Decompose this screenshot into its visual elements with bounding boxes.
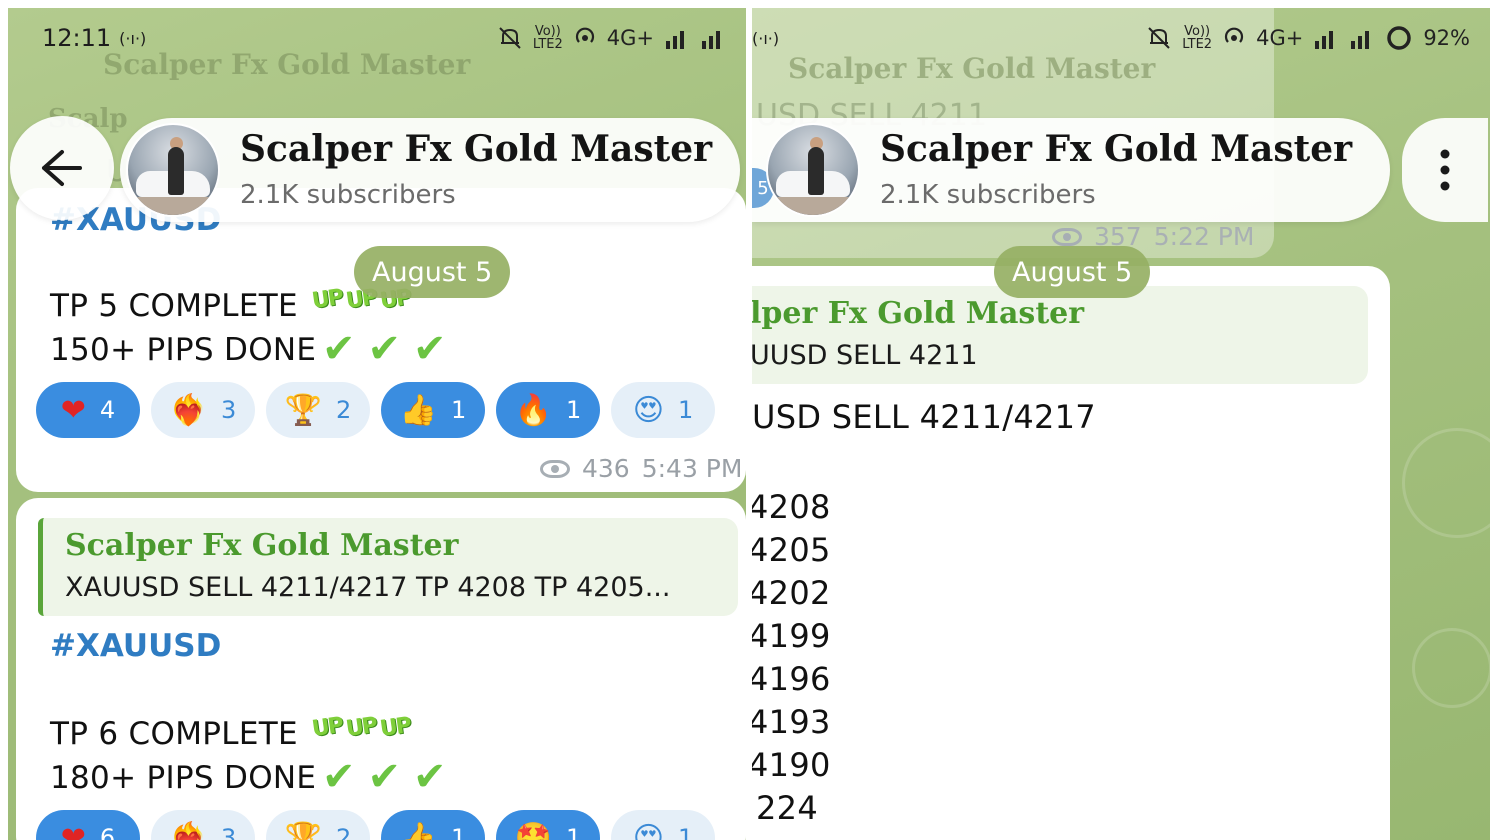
check-emoji-row: ✔ ✔ ✔ [322, 754, 459, 800]
background-doodle [1402, 428, 1490, 538]
reaction-heart-fire[interactable]: ❤‍🔥 3 [151, 382, 255, 438]
back-arrow-icon [42, 150, 82, 186]
message-line-2: 150+ PIPS DONE [50, 332, 317, 368]
tp-line: 4190 [752, 746, 831, 784]
signal-wave-icon: (·ı·) [119, 28, 147, 48]
date-chip: August 5 [354, 246, 511, 298]
battery-ring-icon [1387, 26, 1412, 50]
up-emoji: UP [310, 713, 344, 742]
signal-bars-icon [666, 31, 684, 49]
reaction-trophy[interactable]: 🏆 2 [266, 810, 370, 840]
signal-wave-icon: (·ı·) [752, 28, 780, 48]
reaction-star-struck[interactable]: 🤩 1 [496, 810, 600, 840]
network-type: 4G+ [606, 26, 654, 50]
up-emoji: UP [378, 713, 412, 742]
reactions-row: ❤ 6 ❤‍🔥 3 🏆 2 👍 1 🤩 1 😍 1 [36, 810, 715, 840]
background-doodle [1412, 628, 1490, 708]
signal-main-line: USD SELL 4211/4217 [752, 398, 1096, 436]
check-emoji: ✔ [322, 754, 355, 800]
back-button[interactable] [10, 116, 114, 220]
check-emoji: ✔ [367, 326, 401, 372]
message-time: 5:22 PM [1153, 222, 1255, 251]
reaction-heart[interactable]: ❤ 4 [36, 382, 140, 438]
status-bar: 12:11 (·ı·) Vo)) LTE2 4G+ [8, 8, 746, 68]
tp-line: 4202 [752, 574, 831, 612]
bell-off-icon [1148, 27, 1170, 49]
hotspot-icon [575, 27, 594, 43]
reply-quote[interactable]: lper Fx Gold Master UUSD SELL 4211 [752, 286, 1368, 384]
more-menu-button[interactable] [1402, 118, 1488, 222]
check-emoji: ✔ [413, 754, 446, 800]
reply-author: Scalper Fx Gold Master [65, 528, 459, 563]
reaction-heart-fire[interactable]: ❤‍🔥 3 [151, 810, 255, 840]
message-bubble[interactable]: #XAUUSD TP 5 COMPLETE UPUPUP 150+ PIPS D… [16, 188, 746, 492]
channel-avatar[interactable] [766, 123, 860, 217]
reply-preview-text: XAUUSD SELL 4211/4217 TP 4208 TP 4205... [65, 572, 671, 603]
tp-line: 4208 [752, 488, 831, 526]
message-line-1: TP 6 COMPLETE [50, 716, 298, 752]
status-time: 12:11 [42, 24, 112, 52]
tp-line: 4205 [752, 531, 831, 569]
reply-quote[interactable]: Scalper Fx Gold Master XAUUSD SELL 4211/… [38, 518, 738, 616]
tp-line: 4193 [752, 703, 831, 741]
message-meta: 436 5:43 PM [540, 454, 742, 483]
right-screenshot-pane: Scalper Fx Gold Master USD SELL 4211 357… [752, 8, 1490, 840]
message-bubble[interactable]: lper Fx Gold Master UUSD SELL 4211 USD S… [752, 266, 1390, 840]
tp-line: 4196 [752, 660, 831, 698]
channel-title: Scalper Fx Gold Master [880, 128, 1353, 170]
bell-off-icon [499, 27, 521, 49]
more-vertical-icon [1440, 149, 1450, 191]
tp-line: 4199 [752, 617, 831, 655]
signal-bars-icon [1315, 31, 1334, 49]
check-emoji: ✔ [367, 754, 401, 800]
status-bar: (·ı·) Vo)) LTE2 4G+ 92% [752, 8, 1490, 68]
reaction-heart-eyes[interactable]: 😍 1 [611, 810, 715, 840]
check-emoji: ✔ [413, 326, 446, 372]
tp-line: 224 [756, 789, 818, 827]
eye-icon [1052, 227, 1082, 246]
up-emoji: UP [310, 285, 344, 314]
reaction-thumbs-up[interactable]: 👍 1 [381, 810, 485, 840]
battery-percent: 92% [1423, 26, 1470, 50]
channel-title: Scalper Fx Gold Master [240, 128, 713, 170]
network-type: 4G+ [1256, 26, 1304, 50]
message-line-1: TP 5 COMPLETE [50, 288, 298, 324]
reaction-trophy[interactable]: 🏆 2 [266, 382, 370, 438]
volte-indicator: Vo)) LTE2 [532, 24, 563, 52]
up-sticker-row: UPUPUP [310, 708, 414, 742]
hotspot-icon [1225, 27, 1244, 43]
hashtag-link[interactable]: #XAUUSD [50, 628, 221, 664]
message-line-2: 180+ PIPS DONE [50, 760, 317, 796]
signal-bars-icon [1351, 31, 1370, 49]
reaction-fire[interactable]: 🔥 1 [496, 382, 600, 438]
reaction-thumbs-up[interactable]: 👍 1 [381, 382, 485, 438]
reply-preview-text: UUSD SELL 4211 [752, 340, 978, 371]
left-screenshot-pane: Scalper Fx Gold Master Scalp 12:11 (·ı·)… [8, 8, 746, 840]
eye-icon [540, 459, 570, 478]
reactions-row: ❤ 4 ❤‍🔥 3 🏆 2 👍 1 🔥 1 😍 1 [36, 382, 715, 438]
channel-avatar[interactable] [126, 123, 220, 217]
reaction-heart[interactable]: ❤ 6 [36, 810, 140, 840]
subscriber-count: 2.1K subscribers [240, 180, 456, 210]
reply-author: lper Fx Gold Master [752, 296, 1085, 331]
signal-bars-icon [702, 31, 720, 49]
volte-indicator: Vo)) LTE2 [1182, 24, 1213, 52]
up-emoji: UP [344, 713, 378, 742]
check-emoji: ✔ [322, 326, 355, 372]
view-count: 436 [582, 454, 630, 483]
subscriber-count: 2.1K subscribers [880, 180, 1096, 210]
check-emoji-row: ✔ ✔ ✔ [322, 326, 459, 372]
date-chip: August 5 [994, 246, 1151, 298]
reaction-heart-eyes[interactable]: 😍 1 [611, 382, 715, 438]
message-time: 5:43 PM [641, 454, 743, 483]
message-bubble[interactable]: Scalper Fx Gold Master XAUUSD SELL 4211/… [16, 498, 746, 840]
